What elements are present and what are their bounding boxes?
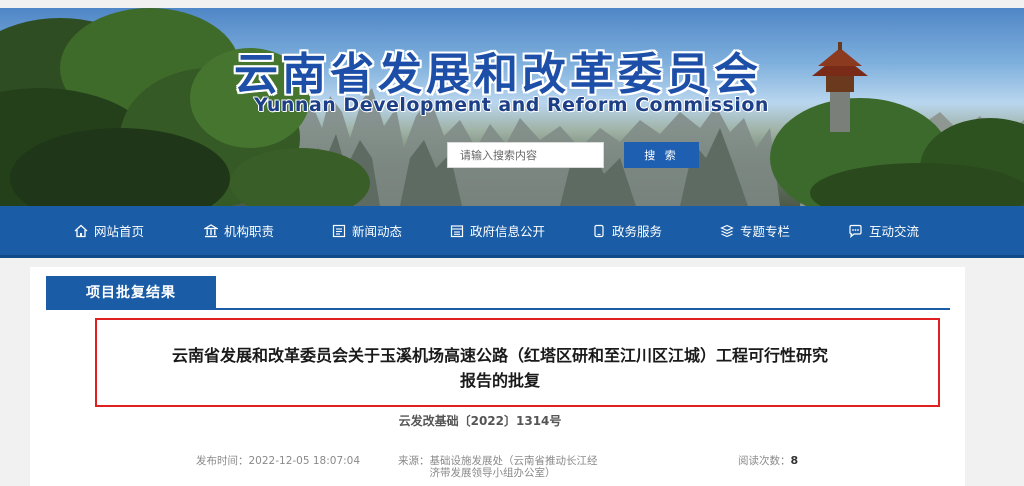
home-icon: [74, 224, 88, 237]
search-input[interactable]: [447, 142, 604, 168]
nav-item-label: 互动交流: [869, 224, 920, 239]
section-tab[interactable]: 项目批复结果: [46, 276, 216, 308]
source-line2: 济带发展领导小组办公室）: [429, 467, 556, 479]
source-line1: 基础设施发展处（云南省推动长江经: [429, 455, 598, 467]
view-count: 阅读次数：8: [738, 454, 799, 468]
nav-item-news[interactable]: 新闻动态: [332, 206, 402, 255]
views-label: 阅读次数：: [738, 455, 791, 467]
nav-item-label: 机构职责: [224, 224, 275, 239]
info-disclosure-icon: [450, 224, 464, 237]
source-label: 来源：: [398, 455, 430, 467]
site-subtitle: Yunnan Development and Reform Commission: [254, 94, 769, 116]
news-icon: [332, 224, 346, 237]
service-icon: [594, 224, 604, 237]
publish-time: 发布时间：2022-12-05 18:07:04: [196, 455, 360, 467]
nav-item-interaction[interactable]: 互动交流: [848, 206, 919, 255]
nav-item-institution[interactable]: 机构职责: [204, 206, 274, 255]
section-divider: [46, 308, 950, 310]
nav-item-label: 政府信息公开: [470, 224, 546, 239]
nav-item-label: 政务服务: [612, 224, 663, 239]
nav-item-topics[interactable]: 专题专栏: [720, 206, 790, 255]
nav-item-label: 网站首页: [94, 224, 145, 239]
nav-item-service[interactable]: 政务服务: [592, 206, 662, 255]
site-title: 云南省发展和改革委员会: [234, 49, 762, 100]
views-value: 8: [790, 454, 799, 467]
header-banner: 云南省发展和改革委员会 Yunnan Development and Refor…: [0, 8, 1024, 206]
search-button[interactable]: 搜 索: [624, 142, 699, 168]
article-title-line2: 报告的批复: [459, 371, 540, 390]
topics-icon: [720, 224, 734, 237]
article-source: 来源： 基础设施发展处（云南省推动长江经 济带发展领导小组办公室）: [398, 455, 598, 479]
main-nav: 网站首页 机构职责 新闻动态 政府信息公开 政务服务 专题专栏 互动交流: [0, 206, 1024, 258]
article-title-line1: 云南省发展和改革委员会关于玉溪机场高速公路（红塔区研和至江川区江城）工程可行性研…: [171, 346, 828, 365]
document-number: 云发改基础〔2022〕1314号: [398, 414, 562, 428]
nav-item-home[interactable]: 网站首页: [74, 206, 144, 255]
publish-time-value: 2022-12-05 18:07:04: [248, 455, 361, 467]
chat-icon: [849, 224, 862, 238]
publish-time-label: 发布时间：: [196, 455, 249, 467]
nav-item-label: 新闻动态: [352, 224, 403, 239]
institution-icon: [204, 223, 218, 237]
nav-item-info-disclosure[interactable]: 政府信息公开: [450, 206, 545, 255]
article-title: 云南省发展和改革委员会关于玉溪机场高速公路（红塔区研和至江川区江城）工程可行性研…: [110, 343, 890, 393]
nav-item-label: 专题专栏: [740, 224, 791, 239]
